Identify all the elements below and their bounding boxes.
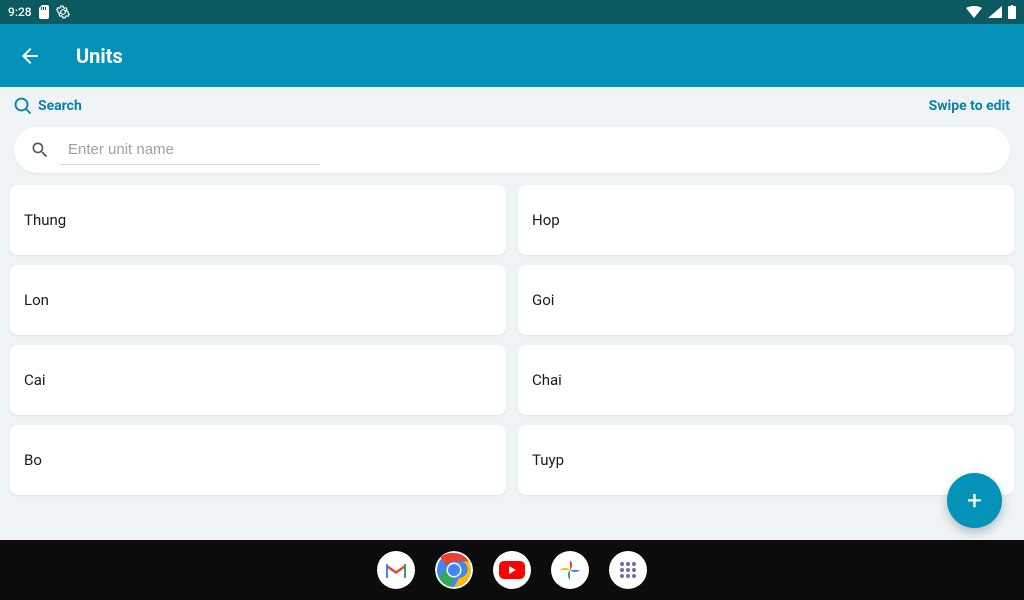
apps-grid-icon — [618, 560, 638, 580]
unit-name: Goi — [532, 291, 554, 309]
cell-signal-icon — [988, 6, 1002, 18]
unit-card[interactable]: Hop — [518, 185, 1014, 255]
unit-name: Tuyp — [532, 451, 564, 469]
swipe-hint: Swipe to edit — [929, 98, 1010, 114]
unit-card[interactable]: Cai — [10, 345, 506, 415]
unit-card[interactable]: Bo — [10, 425, 506, 495]
add-unit-fab[interactable]: + — [947, 473, 1002, 528]
search-label-text: Search — [38, 98, 82, 114]
search-section-label: Search — [14, 97, 82, 115]
search-icon — [30, 140, 50, 160]
chrome-icon — [435, 551, 473, 589]
battery-icon — [1008, 5, 1016, 19]
back-button[interactable] — [12, 38, 48, 74]
photos-app-icon[interactable] — [551, 551, 589, 589]
gmail-app-icon[interactable] — [377, 551, 415, 589]
unit-card[interactable]: Tuyp — [518, 425, 1014, 495]
unit-name-input[interactable] — [60, 135, 320, 165]
unit-card[interactable]: Thung — [10, 185, 506, 255]
youtube-icon — [499, 561, 525, 579]
sd-card-icon — [38, 5, 50, 19]
search-icon — [14, 97, 32, 115]
plus-icon: + — [967, 486, 982, 516]
search-box[interactable] — [14, 127, 1010, 173]
status-bar: 9:28 — [0, 0, 1024, 24]
status-time: 9:28 — [8, 5, 32, 19]
system-nav-bar — [0, 540, 1024, 600]
app-bar: Units — [0, 24, 1024, 87]
unit-name: Lon — [24, 291, 49, 309]
wifi-icon — [966, 6, 982, 18]
chrome-app-icon[interactable] — [435, 551, 473, 589]
youtube-app-icon[interactable] — [493, 551, 531, 589]
gear-icon — [56, 5, 70, 19]
unit-name: Chai — [532, 371, 562, 389]
unit-card[interactable]: Chai — [518, 345, 1014, 415]
unit-name: Cai — [24, 371, 46, 389]
unit-card[interactable]: Lon — [10, 265, 506, 335]
apps-drawer-icon[interactable] — [609, 551, 647, 589]
unit-name: Thung — [24, 211, 66, 229]
arrow-left-icon — [18, 44, 42, 68]
status-right — [966, 5, 1016, 19]
units-grid: Thung Hop Lon Goi Cai Chai Bo Tuyp — [0, 185, 1024, 495]
sub-bar: Search Swipe to edit — [0, 87, 1024, 121]
unit-name: Bo — [24, 451, 42, 469]
gmail-icon — [383, 560, 409, 580]
page-title: Units — [76, 44, 123, 68]
status-left: 9:28 — [8, 5, 70, 19]
unit-name: Hop — [532, 211, 560, 229]
unit-card[interactable]: Goi — [518, 265, 1014, 335]
photos-icon — [557, 557, 583, 583]
